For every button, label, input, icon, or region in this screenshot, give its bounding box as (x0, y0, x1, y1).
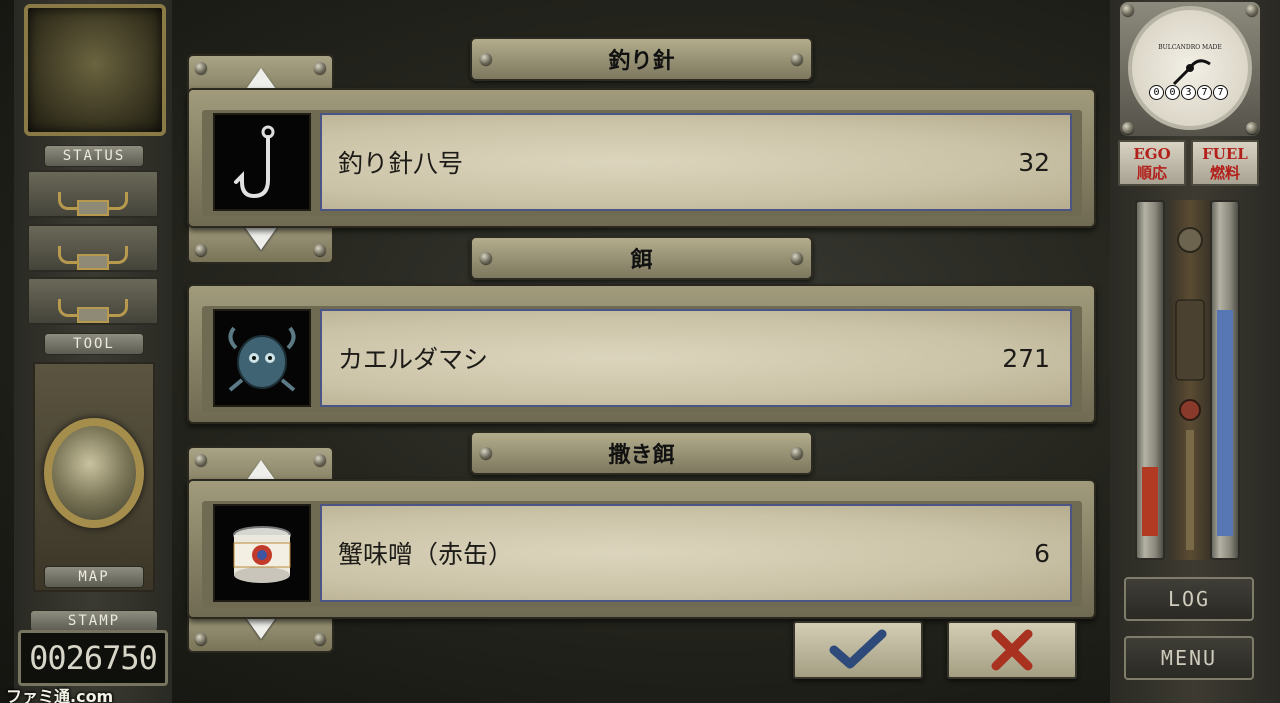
confirm-button[interactable] (793, 621, 923, 679)
section-title-groundbait: 撒き餌 (470, 431, 813, 475)
fishing-hook-icon (213, 113, 311, 211)
ego-meter (1135, 200, 1165, 560)
map-lens-icon[interactable] (44, 418, 144, 528)
status-drawer-3[interactable] (27, 277, 159, 325)
section-title-hook: 釣り針 (470, 37, 813, 81)
hook-item-row[interactable]: 釣り針八号 32 (320, 113, 1072, 211)
ego-meter-fill (1142, 467, 1158, 536)
arrow-down-icon (243, 226, 278, 250)
item-name: 蟹味噌（赤缶） (338, 540, 514, 569)
stamp-counter: 0026750 (18, 630, 168, 686)
odometer-gauge: BULCANDRO MADE 0 0 3 7 7 (1120, 2, 1260, 136)
hook-item-frame: 釣り針八号 32 (187, 88, 1096, 228)
watermark-logo: ファミ通.com (6, 687, 114, 703)
item-name: カエルダマシ (338, 345, 489, 374)
gauge-dial: BULCANDRO MADE 0 0 3 7 7 (1128, 6, 1252, 130)
log-button[interactable]: LOG (1124, 577, 1254, 621)
fuel-meter (1210, 200, 1240, 560)
ego-label: EGO 順応 (1118, 140, 1186, 186)
pipe-machinery (1170, 200, 1210, 560)
item-name: 釣り針八号 (338, 149, 464, 178)
bait-bug-icon (213, 309, 311, 407)
drawer-handle-icon (58, 192, 128, 216)
bait-item-row[interactable]: カエルダマシ 271 (320, 309, 1072, 407)
bait-item-frame: カエルダマシ 271 (187, 284, 1096, 424)
status-label: STATUS (44, 145, 144, 167)
item-count: 271 (1002, 343, 1050, 373)
character-portrait[interactable] (24, 4, 166, 136)
cross-icon (991, 629, 1033, 671)
section-title-bait: 餌 (470, 236, 813, 280)
item-count: 6 (1034, 538, 1050, 568)
drawer-handle-icon (58, 246, 128, 270)
fuel-label: FUEL 燃料 (1191, 140, 1259, 186)
status-drawer-1[interactable] (27, 170, 159, 218)
menu-button[interactable]: MENU (1124, 636, 1254, 680)
groundbait-item-frame: 蟹味噌（赤缶） 6 (187, 479, 1096, 619)
map-label[interactable]: MAP (44, 566, 144, 588)
odometer-digits: 0 0 3 7 7 (1149, 85, 1228, 100)
item-count: 32 (1018, 147, 1050, 177)
check-icon (829, 629, 887, 669)
cancel-button[interactable] (947, 621, 1077, 679)
fuel-meter-fill (1217, 310, 1233, 536)
groundbait-item-row[interactable]: 蟹味噌（赤缶） 6 (320, 504, 1072, 602)
drawer-handle-icon (58, 299, 128, 323)
tool-label: TOOL (44, 333, 144, 355)
crab-can-icon (213, 504, 311, 602)
gauge-needle-icon (1172, 59, 1211, 86)
status-drawer-2[interactable] (27, 224, 159, 272)
stamp-label: STAMP (30, 610, 158, 632)
